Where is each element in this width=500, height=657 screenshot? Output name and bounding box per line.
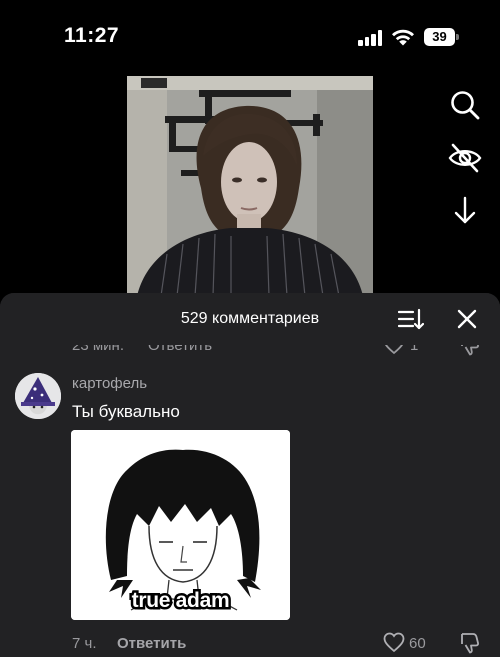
dislike-icon[interactable] [458,632,480,654]
status-time: 11:27 [64,24,120,47]
comment-image[interactable]: true adam [71,430,290,620]
image-caption: true adam [129,587,232,615]
signal-icon [358,30,384,46]
video-player[interactable] [127,76,373,296]
comment-meta: 7 ч. Ответить 60 [0,629,500,657]
comments-sheet: 529 комментариев 23 мин. Ответить 1 карт… [0,293,500,657]
like-icon[interactable] [383,632,405,654]
wizard-avatar-image [15,373,61,419]
wifi-icon [392,29,414,46]
battery-cap [456,34,459,40]
sort-icon[interactable] [398,307,424,331]
avatar[interactable] [15,373,61,419]
status-bar: 11:27 39 [0,0,500,70]
search-icon[interactable] [448,88,482,122]
download-arrow-icon[interactable] [448,193,482,227]
close-icon[interactable] [456,308,478,330]
comments-header: 529 комментариев [0,293,500,345]
comments-count-title: 529 комментариев [180,310,320,327]
video-frame-image [127,76,373,296]
hide-eye-icon[interactable] [448,141,482,175]
like-count: 60 [409,635,426,652]
comment-text: Ты буквально [72,402,180,421]
comment-time: 7 ч. [72,635,97,652]
reply-button[interactable]: Ответить [117,635,186,652]
comment-username[interactable]: картофель [72,375,147,392]
battery-icon: 39 [424,28,455,46]
